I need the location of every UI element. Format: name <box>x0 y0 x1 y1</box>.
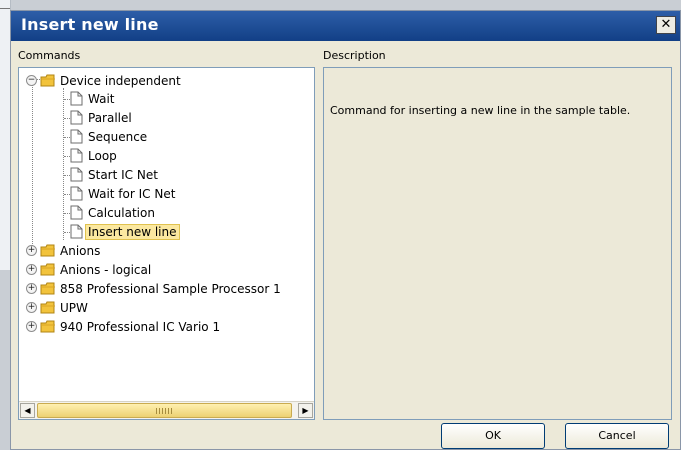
document-icon <box>70 110 83 125</box>
document-icon <box>70 148 83 163</box>
tree-label: Wait for IC Net <box>88 186 176 201</box>
cancel-button[interactable]: Cancel <box>565 423 669 449</box>
tree-connector <box>64 137 70 138</box>
folder-icon <box>40 301 55 314</box>
tree-node-device-independent[interactable]: − Device independent <box>26 72 181 89</box>
tree-label: Start IC Net <box>88 167 158 182</box>
tree-node-upw[interactable]: + UPW <box>26 299 88 316</box>
tree-connector <box>64 156 70 157</box>
tree-node-858-sample-processor[interactable]: + 858 Professional Sample Processor 1 <box>26 280 281 297</box>
close-button[interactable]: ✕ <box>656 16 676 34</box>
scroll-right-button[interactable]: ▶ <box>298 403 313 418</box>
tree-node-insert-new-line[interactable]: Insert new line <box>70 223 180 240</box>
expand-expander-icon[interactable]: + <box>26 245 37 256</box>
tree-label: Wait <box>88 91 115 106</box>
description-label: Description <box>323 49 386 62</box>
tree-node-anions[interactable]: + Anions <box>26 242 100 259</box>
document-icon <box>70 129 83 144</box>
dialog-title: Insert new line <box>21 15 159 34</box>
commands-tree[interactable]: − Device independent Wait Parallel Seque… <box>18 67 315 420</box>
tree-label: Loop <box>88 148 117 163</box>
folder-icon <box>40 74 55 87</box>
collapse-expander-icon[interactable]: − <box>26 75 37 86</box>
description-panel: Command for inserting a new line in the … <box>323 67 672 420</box>
title-bar[interactable]: Insert new line ✕ <box>11 11 680 41</box>
document-icon <box>70 186 83 201</box>
tree-node-anions-logical[interactable]: + Anions - logical <box>26 261 151 278</box>
tree-label: Device independent <box>60 73 181 88</box>
tree-node-sequence[interactable]: Sequence <box>70 128 147 145</box>
ok-button[interactable]: OK <box>441 423 545 449</box>
tree-connector <box>64 213 70 214</box>
background-divider <box>0 8 10 9</box>
commands-label: Commands <box>18 49 81 62</box>
tree-label: Calculation <box>88 205 155 220</box>
document-icon <box>70 205 83 220</box>
tree-node-start-ic-net[interactable]: Start IC Net <box>70 166 158 183</box>
document-icon <box>70 91 83 106</box>
tree-node-wait-for-ic-net[interactable]: Wait for IC Net <box>70 185 175 202</box>
arrow-right-icon: ▶ <box>302 406 309 415</box>
tree-label: Parallel <box>88 110 132 125</box>
folder-icon <box>40 282 55 295</box>
arrow-left-icon: ◀ <box>24 406 31 415</box>
scroll-left-button[interactable]: ◀ <box>20 403 35 418</box>
description-text: Command for inserting a new line in the … <box>330 104 631 117</box>
close-icon: ✕ <box>660 17 672 32</box>
tree-label: UPW <box>60 300 88 315</box>
grip-icon <box>156 408 174 414</box>
tree-node-loop[interactable]: Loop <box>70 147 117 164</box>
insert-new-line-dialog: Insert new line ✕ Commands Description −… <box>10 10 681 450</box>
tree-connector <box>64 232 70 233</box>
folder-icon <box>40 263 55 276</box>
tree-node-wait[interactable]: Wait <box>70 90 115 107</box>
tree-connector <box>63 88 64 240</box>
tree-label: Sequence <box>88 129 148 144</box>
horizontal-scrollbar[interactable]: ◀ ▶ <box>19 401 314 419</box>
expand-expander-icon[interactable]: + <box>26 283 37 294</box>
tree-connector <box>64 118 70 119</box>
tree-label: Anions - logical <box>60 262 152 277</box>
tree-connector <box>64 194 70 195</box>
tree-node-calculation[interactable]: Calculation <box>70 204 155 221</box>
folder-icon <box>40 320 55 333</box>
folder-icon <box>40 244 55 257</box>
tree-label: 940 Professional IC Vario 1 <box>60 319 221 334</box>
expand-expander-icon[interactable]: + <box>26 302 37 313</box>
tree-node-parallel[interactable]: Parallel <box>70 109 132 126</box>
tree-connector <box>64 175 70 176</box>
tree-node-940-ic-vario[interactable]: + 940 Professional IC Vario 1 <box>26 318 220 335</box>
tree-label: 858 Professional Sample Processor 1 <box>60 281 281 296</box>
tree-label-selected: Insert new line <box>85 223 180 240</box>
tree-connector <box>64 99 70 100</box>
scrollbar-thumb[interactable] <box>37 403 292 418</box>
tree-label: Anions <box>60 243 101 258</box>
expand-expander-icon[interactable]: + <box>26 264 37 275</box>
document-icon <box>70 167 83 182</box>
expand-expander-icon[interactable]: + <box>26 321 37 332</box>
document-icon <box>70 224 83 239</box>
tree-connector <box>32 82 33 252</box>
